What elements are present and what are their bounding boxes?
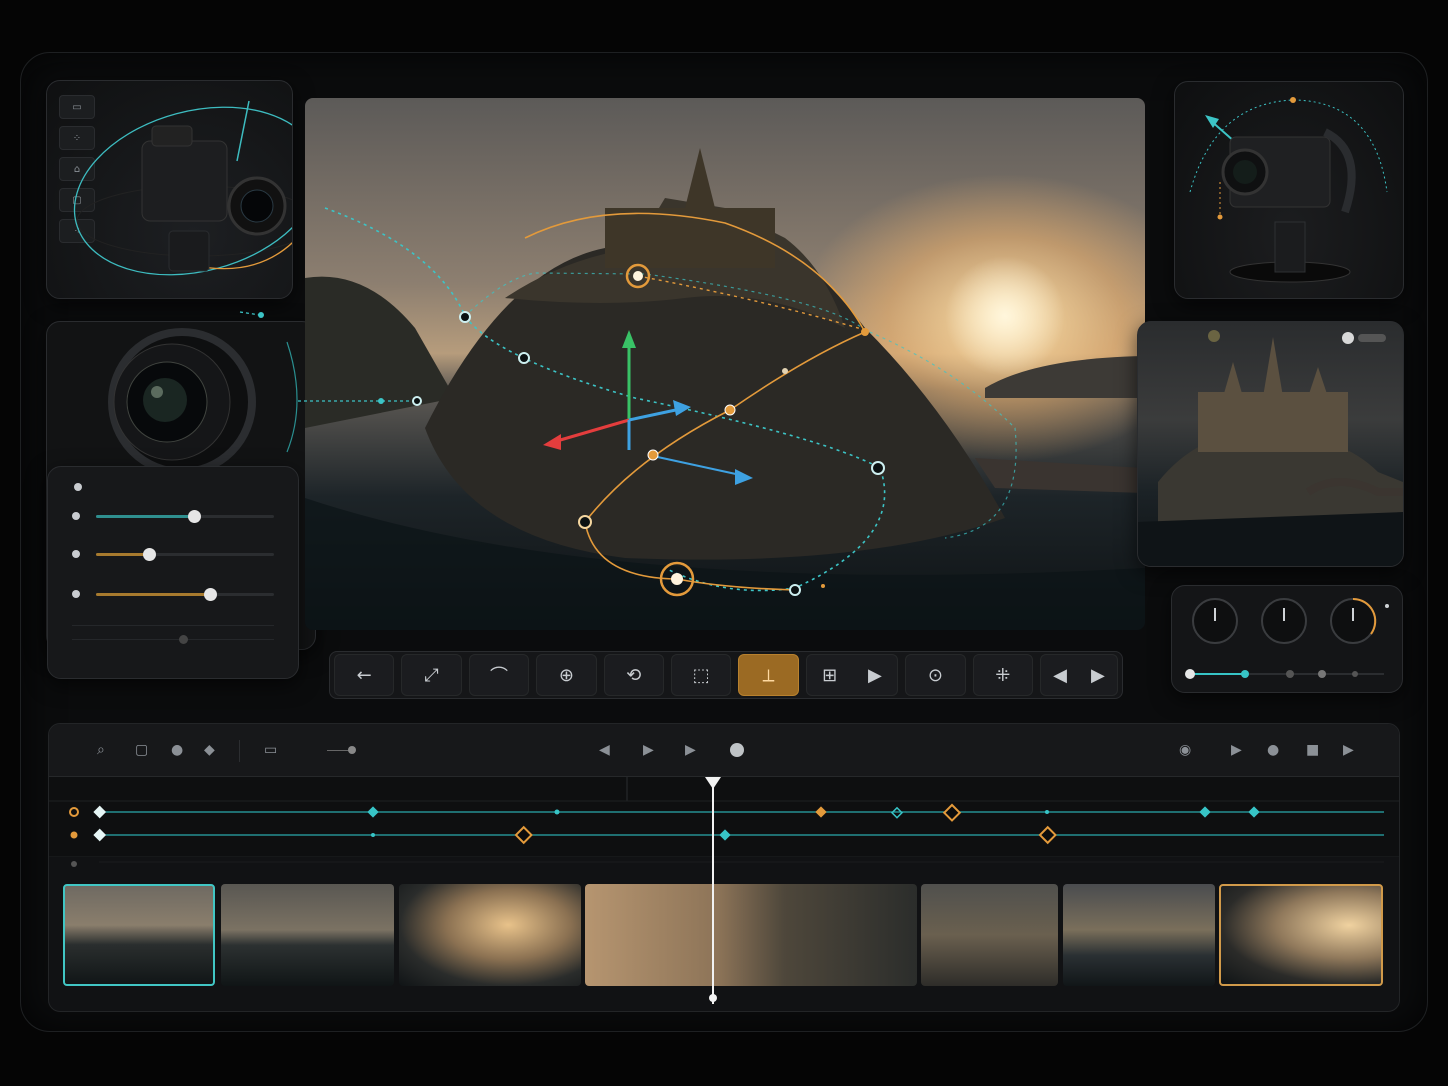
play-icon[interactable]: ▶	[685, 742, 696, 758]
prev-frame-icon[interactable]: ◀	[599, 742, 610, 758]
target-icon[interactable]: ⊕	[536, 654, 597, 696]
divider	[239, 740, 240, 762]
camera-rig-panel[interactable]: ▭ ⁘ ⌂ ▢ ⁖	[46, 80, 293, 299]
thumbnail[interactable]	[63, 884, 215, 986]
toggle-icon[interactable]: ▭	[264, 742, 277, 758]
thumbnail[interactable]	[1063, 884, 1215, 986]
thumbnail[interactable]	[221, 884, 394, 986]
playhead-handle[interactable]	[705, 777, 721, 791]
record-button[interactable]	[730, 743, 744, 757]
back-arrow-icon[interactable]: ←	[334, 654, 395, 696]
slider-orange-2[interactable]	[72, 587, 274, 601]
playhead-end[interactable]	[709, 994, 717, 1002]
mini-slider-knob[interactable]	[348, 746, 356, 754]
playhead-line[interactable]	[712, 782, 714, 1004]
play-back-icon[interactable]: ▶	[643, 742, 654, 758]
gimbal-view	[1189, 97, 1388, 283]
dials	[1185, 597, 1389, 679]
timeline-header: ⌕ ▢ ● ◆ ▭ ◀ ▶ ▶ ◉ ▶ ● ■ ▶	[49, 724, 1399, 777]
zoom-icon[interactable]: ⌕	[97, 742, 105, 758]
play-range-icon[interactable]: ▶	[1231, 742, 1242, 758]
grid-icon[interactable]: ⊞	[822, 665, 837, 686]
square-icon[interactable]: ▢	[135, 742, 148, 758]
camera-settings-panel[interactable]	[47, 466, 299, 679]
path-icon[interactable]: ⌒	[468, 654, 530, 696]
main-viewport[interactable]	[305, 98, 1145, 630]
stop-dot-icon[interactable]: ●	[1267, 742, 1279, 758]
thumbnail[interactable]	[921, 884, 1058, 986]
keyframe-tracks[interactable]	[49, 777, 1399, 857]
gimbal-panel[interactable]	[1174, 81, 1404, 299]
thumbnail-strip[interactable]	[61, 882, 1386, 988]
ruler	[71, 861, 1384, 867]
slider-teal[interactable]	[72, 509, 274, 523]
link-lines	[239, 311, 422, 406]
keyframe-nav-icon[interactable]: ◆	[204, 742, 215, 758]
mini-slider[interactable]	[327, 750, 349, 751]
play-icon[interactable]: ▶	[868, 665, 882, 686]
thumbnail[interactable]	[399, 884, 581, 986]
divider	[72, 625, 274, 626]
thumbnail[interactable]	[1219, 884, 1383, 986]
scale-icon[interactable]: ⤢	[401, 654, 462, 696]
tool-bar: ← ⤢ ⌒ ⊕ ⟲ ⬚ ⟂ ⊞ ▶ ⊙ ⁜ ◀ ▶	[329, 651, 1123, 699]
end-icon[interactable]: ▶	[1343, 742, 1354, 758]
next-icon[interactable]: ▶	[1091, 665, 1105, 686]
slider-orange-1[interactable]	[72, 547, 274, 561]
stop-icon[interactable]: ■	[1306, 742, 1319, 758]
dot-icon[interactable]: ●	[171, 742, 183, 758]
focus-icon[interactable]: ⊙	[905, 654, 966, 696]
scene-render	[305, 148, 1145, 630]
snap-icon[interactable]: ⁜	[972, 654, 1034, 696]
header-dot	[74, 483, 82, 491]
preview-image	[1138, 337, 1403, 566]
loop-icon[interactable]: ◉	[1179, 742, 1191, 758]
divider	[72, 639, 274, 640]
prev-next-group[interactable]: ◀ ▶	[1040, 654, 1118, 696]
rotate-icon[interactable]: ⟲	[603, 654, 664, 696]
scroll-dot[interactable]	[179, 635, 188, 644]
frame-select-icon[interactable]: ⬚	[670, 654, 732, 696]
camera-preview-panel[interactable]	[1137, 321, 1404, 567]
keyframe-lanes	[49, 777, 1399, 857]
prev-icon[interactable]: ◀	[1053, 665, 1067, 686]
dials-panel[interactable]	[1171, 585, 1403, 693]
axis-gizmo-icon[interactable]: ⟂	[738, 654, 799, 696]
timeline-panel[interactable]: ⌕ ▢ ● ◆ ▭ ◀ ▶ ▶ ◉ ▶ ● ■ ▶	[48, 723, 1400, 1012]
thumbnail[interactable]	[585, 884, 917, 986]
grid-play-group[interactable]: ⊞ ▶	[805, 654, 899, 696]
camera-rig-view[interactable]	[47, 81, 292, 298]
